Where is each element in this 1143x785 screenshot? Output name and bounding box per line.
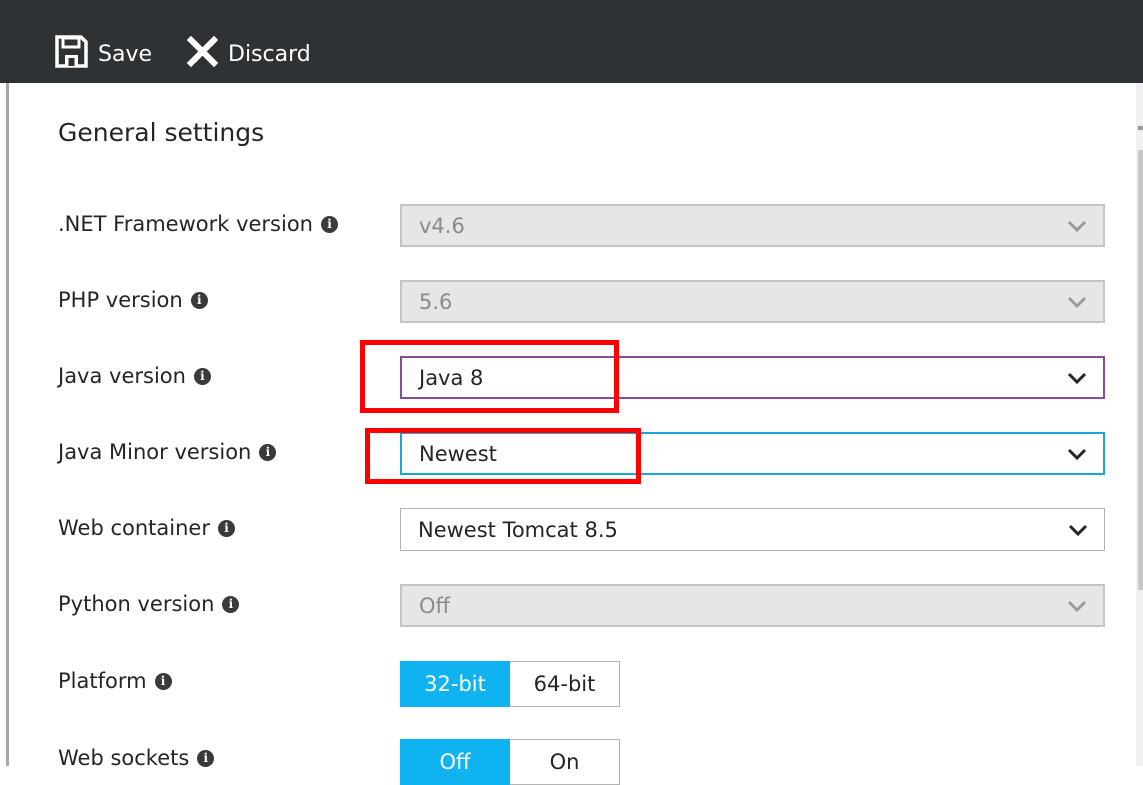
chevron-down-icon — [1067, 600, 1087, 612]
python-version-label-text: Python version — [58, 592, 215, 616]
info-icon[interactable]: i — [154, 672, 172, 690]
discard-button[interactable]: Discard — [186, 35, 311, 73]
scrollbar-arrow[interactable] — [1138, 126, 1143, 130]
python-version-dropdown: Off — [400, 584, 1105, 627]
section-title: General settings — [58, 118, 265, 147]
platform-label: Platform i — [58, 666, 172, 696]
web-sockets-option-on[interactable]: On — [510, 739, 620, 785]
php-version-label: PHP version i — [58, 285, 208, 315]
platform-option-32-bit[interactable]: 32-bit — [400, 661, 510, 707]
close-x-icon — [186, 35, 219, 73]
php-version-label-text: PHP version — [58, 288, 183, 312]
info-icon[interactable]: i — [217, 519, 235, 537]
chevron-down-icon — [1067, 372, 1087, 384]
java-minor-version-label: Java Minor version i — [58, 437, 277, 467]
info-icon[interactable]: i — [197, 749, 215, 767]
platform-toggle: 32-bit 64-bit — [400, 661, 620, 707]
web-sockets-label: Web sockets i — [58, 743, 215, 773]
php-version-dropdown: 5.6 — [400, 280, 1105, 323]
web-container-label: Web container i — [58, 513, 235, 543]
save-label: Save — [98, 41, 153, 67]
info-icon[interactable]: i — [321, 215, 338, 233]
info-icon[interactable]: i — [190, 291, 208, 309]
java-minor-version-label-text: Java Minor version — [58, 440, 252, 464]
python-version-value: Off — [419, 593, 450, 618]
java-version-dropdown[interactable]: Java 8 — [400, 356, 1105, 399]
java-version-label: Java version i — [58, 361, 211, 391]
net-framework-dropdown: v4.6 — [400, 204, 1105, 247]
java-minor-version-value: Newest — [419, 441, 497, 466]
chevron-down-icon — [1067, 296, 1087, 308]
info-icon[interactable]: i — [222, 595, 240, 613]
python-version-label: Python version i — [58, 589, 240, 619]
web-container-label-text: Web container — [58, 516, 210, 540]
java-version-label-text: Java version — [58, 364, 186, 388]
blade-left-border — [6, 83, 9, 766]
chevron-down-icon — [1068, 524, 1088, 536]
chevron-down-icon — [1067, 448, 1087, 460]
web-container-dropdown[interactable]: Newest Tomcat 8.5 — [400, 508, 1105, 551]
web-container-value: Newest Tomcat 8.5 — [418, 517, 618, 542]
platform-label-text: Platform — [58, 669, 147, 693]
platform-option-64-bit[interactable]: 64-bit — [510, 661, 620, 707]
info-icon[interactable]: i — [259, 443, 277, 461]
net-framework-label-text: .NET Framework version — [58, 212, 313, 236]
discard-label: Discard — [228, 41, 311, 67]
scrollbar-thumb[interactable] — [1138, 150, 1143, 590]
php-version-value: 5.6 — [419, 289, 453, 314]
command-bar: Save Discard — [0, 0, 1143, 83]
floppy-disk-icon — [55, 34, 88, 74]
net-framework-label: .NET Framework version i — [58, 209, 338, 239]
web-sockets-toggle: Off On — [400, 739, 620, 785]
net-framework-value: v4.6 — [419, 213, 465, 238]
web-sockets-option-off[interactable]: Off — [400, 739, 510, 785]
java-minor-version-dropdown[interactable]: Newest — [400, 432, 1105, 475]
web-sockets-label-text: Web sockets — [58, 746, 190, 770]
info-icon[interactable]: i — [193, 367, 211, 385]
save-button[interactable]: Save — [55, 34, 153, 74]
chevron-down-icon — [1067, 220, 1087, 232]
java-version-value: Java 8 — [419, 365, 484, 390]
